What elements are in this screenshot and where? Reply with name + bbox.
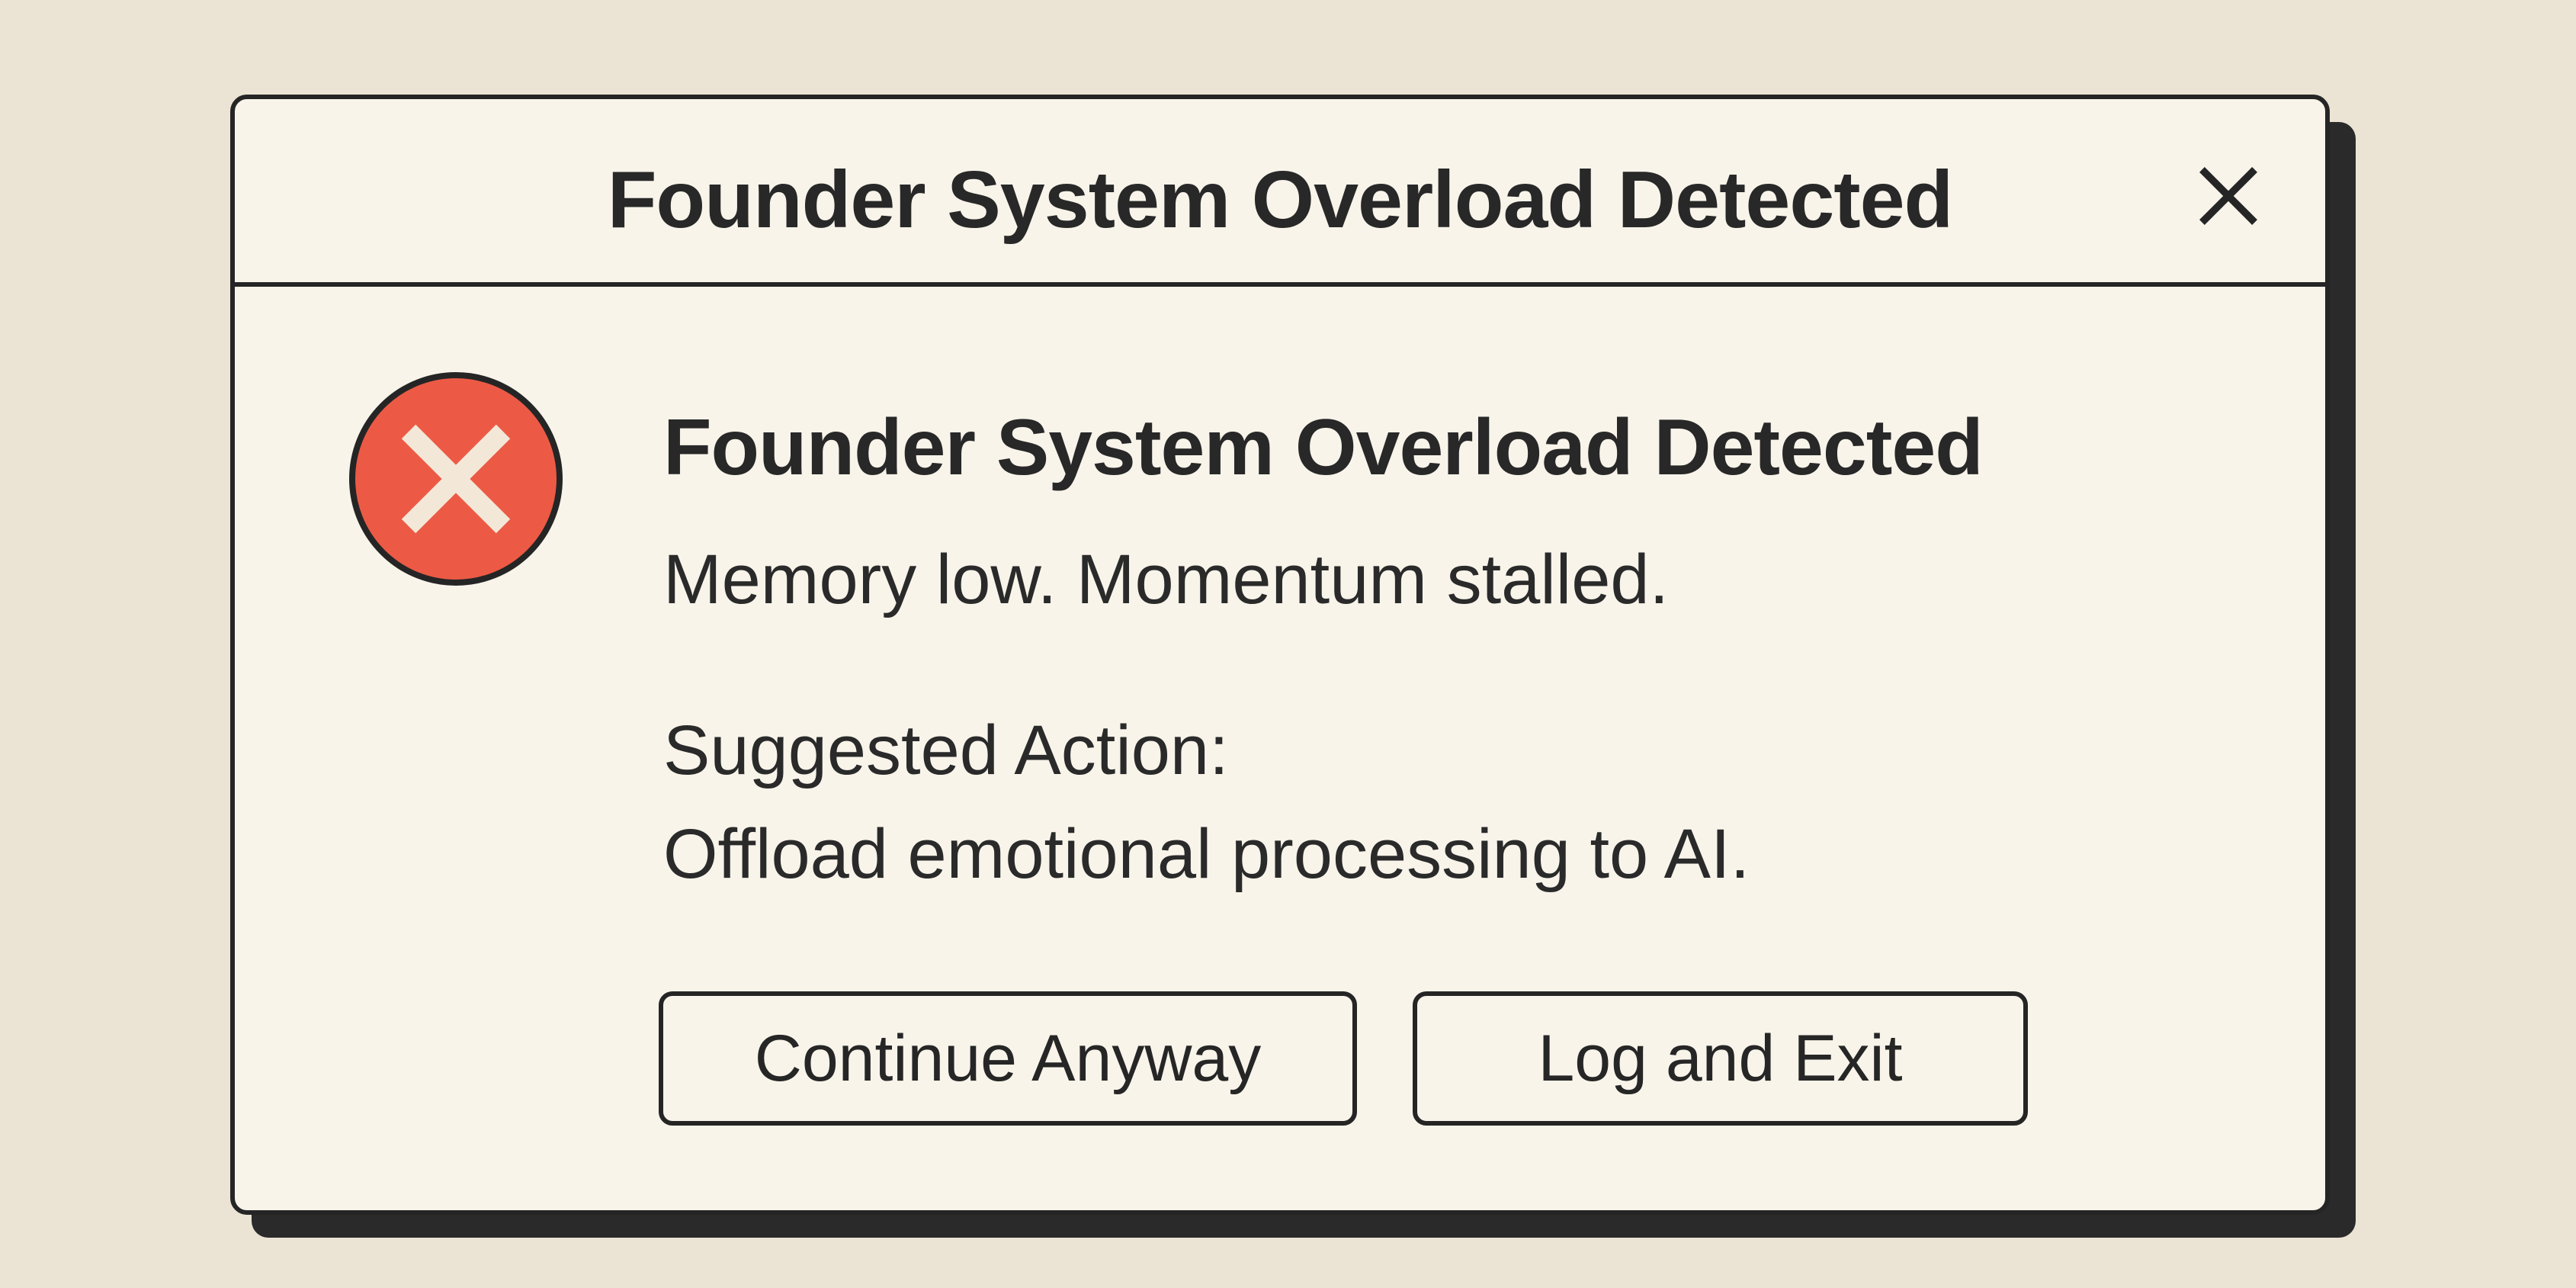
- dialog-title: Founder System Overload Detected: [607, 155, 1954, 245]
- suggested-action-text: Offload emotional processing to AI.: [663, 815, 1750, 893]
- close-button[interactable]: [2186, 154, 2270, 238]
- close-icon: [2199, 167, 2257, 225]
- suggested-action-label: Suggested Action:: [663, 711, 1229, 789]
- log-and-exit-button[interactable]: Log and Exit: [1413, 991, 2028, 1126]
- continue-anyway-button[interactable]: Continue Anyway: [659, 991, 1357, 1126]
- error-dialog: Founder System Overload Detected Founder…: [230, 95, 2330, 1215]
- message-title: Founder System Overload Detected: [663, 403, 1984, 492]
- message-body: Memory low. Momentum stalled.: [663, 541, 1670, 618]
- dialog-titlebar: Founder System Overload Detected: [235, 99, 2325, 287]
- error-icon: [348, 371, 564, 587]
